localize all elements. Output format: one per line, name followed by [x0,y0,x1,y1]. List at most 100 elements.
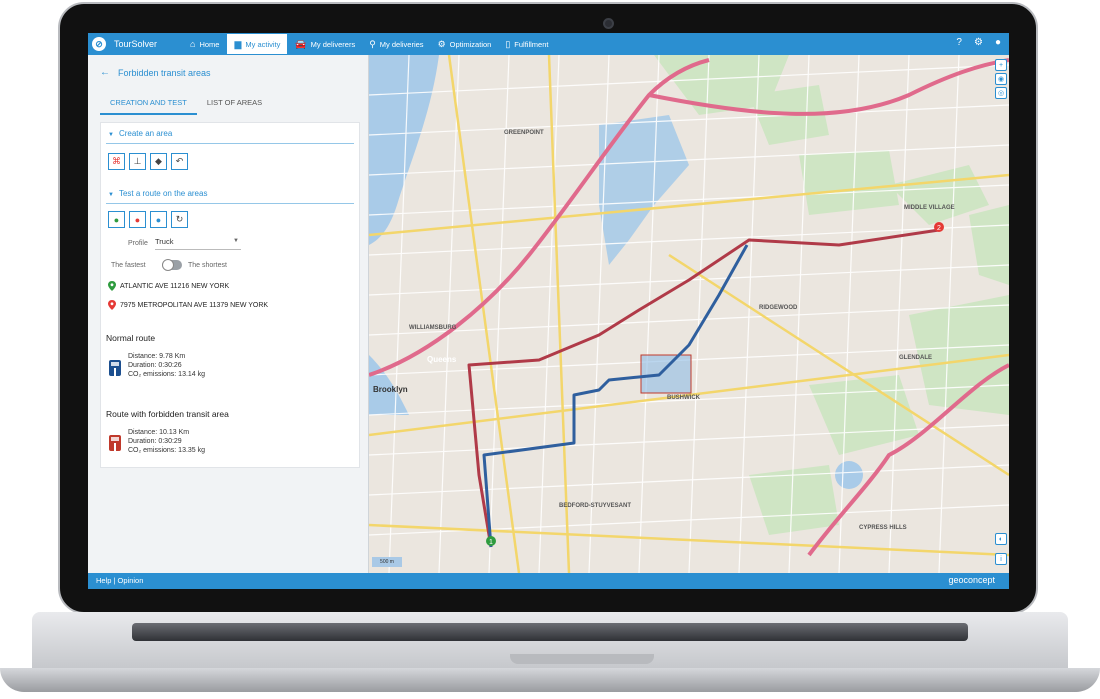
end-marker-label: 2 [937,225,941,232]
main-nav: ⌂ Home ▆ My activity 🚘 My deliverers ⚲ My de… [183,33,555,55]
nav-optimization[interactable]: ⚙ Optimization [431,33,499,55]
start-pin-button[interactable]: ● [108,211,125,228]
place-label: Brooklyn [373,385,408,394]
normal-duration: Duration: 0:30:26 [128,362,182,369]
webcam [603,18,614,29]
map-view[interactable]: 1 2 GREENPOINT WILLIAMSBURG RIDGEWOOD BU… [369,55,1009,573]
briefcase-icon: ▆ [234,38,242,49]
pin-area-button[interactable]: ⊥ [129,153,146,170]
top-right-actions: ? ⚙ ● [956,37,1001,48]
user-icon[interactable]: ● [995,37,1001,48]
caret-down-icon: ▼ [108,192,114,198]
refresh-button[interactable]: ↻ [171,211,188,228]
geoconcept-logo: geoconcept [948,575,995,585]
draw-area-button[interactable]: ⌘ [108,153,125,170]
undo-button[interactable]: ↶ [171,153,188,170]
fastest-shortest-toggle[interactable] [162,259,182,271]
help-icon[interactable]: ? [956,37,962,48]
panel-tabs: CREATION AND TEST LIST OF AREAS [100,95,272,115]
panel-title: Forbidden transit areas [118,67,211,78]
normal-distance: Distance: 9.78 Km [128,353,186,360]
fastest-label: The fastest [111,262,146,269]
nav-label: My activity [245,39,281,49]
location-pin-icon: ⚲ [369,38,376,49]
zoom-in-button[interactable]: + [995,59,1007,71]
tab-creation-and-test[interactable]: CREATION AND TEST [100,95,197,115]
nav-my-deliveries[interactable]: ⚲ My deliveries [362,33,430,55]
info-icon[interactable]: i [995,553,1007,565]
locate-icon[interactable]: ◎ [995,87,1007,99]
car-icon: 🚘 [295,38,307,49]
start-marker[interactable]: 1 [486,536,496,546]
undo-icon: ↶ [175,156,184,166]
toursolver-logo-icon: ⊘ [92,37,106,51]
app-name: TourSolver [114,39,158,49]
normal-route-title: Normal route [106,333,156,343]
nav-my-activity[interactable]: ▆ My activity [226,33,289,55]
chevron-down-icon: ▼ [233,238,239,244]
forbidden-distance: Distance: 10.13 Km [128,429,190,436]
nav-my-deliverers[interactable]: 🚘 My deliverers [288,33,362,55]
nav-label: My deliveries [379,39,424,49]
section-heading: Test a route on the areas [118,189,208,198]
back-arrow-icon[interactable]: ← [100,67,110,78]
forbidden-route-title: Route with forbidden transit area [106,409,229,419]
tab-list-of-areas[interactable]: LIST OF AREAS [197,95,272,115]
start-marker-label: 1 [489,539,493,546]
route-tools: ● ● ● ↻ [108,211,188,228]
refresh-icon: ↻ [175,214,184,224]
keyboard [132,623,968,641]
settings-icon[interactable]: ⚙ [974,37,983,48]
normal-route-stats: Distance: 9.78 Km Duration: 0:30:26 CO₂ … [128,352,205,379]
nav-fulfillment[interactable]: ▯ Fulfillment [498,33,555,55]
profile-value: Truck [155,237,174,246]
end-pin-icon: ● [134,214,141,225]
place-label: WILLIAMSBURG [409,325,457,331]
trackpad-notch [510,654,654,664]
test-route-toggle[interactable]: ▼ Test a route on the areas [108,189,207,198]
origin-text: ATLANTIC AVE 11216 NEW YORK [120,282,230,290]
place-label: BEDFORD-STUYVESANT [559,503,632,509]
nav-label: My deliverers [310,39,356,49]
footer-links[interactable]: Help | Opinion [96,576,143,585]
pin-area-icon: ⊥ [133,156,142,166]
home-icon: ⌂ [190,39,196,49]
side-panel: ← Forbidden transit areas CREATION AND T… [88,55,369,573]
place-label: Queens [427,355,457,364]
panel-header: ← Forbidden transit areas [100,67,211,78]
section-heading: Create an area [118,129,173,138]
footer-bar: Help | Opinion geoconcept [88,573,1009,589]
origin-address: ATLANTIC AVE 11216 NEW YORK [108,281,229,291]
app-screen: ⊘ TourSolver ⌂ Home ▆ My activity 🚘 My deli… [88,33,1009,589]
destination-address: 7975 METROPOLITAN AVE 11379 NEW YORK [108,300,268,310]
waypoint-pin-button[interactable]: ● [150,211,167,228]
profile-select[interactable]: Truck ▼ [155,237,241,250]
destination-text: 7975 METROPOLITAN AVE 11379 NEW YORK [120,301,269,309]
area-tools: ⌘ ⊥ ◆ ↶ [108,153,188,170]
start-pin-icon: ● [113,214,120,225]
normal-emissions: CO₂ emissions: 13.14 kg [128,371,206,378]
mobile-phone-icon: ▯ [505,38,511,49]
layers-icon[interactable]: ◉ [995,73,1007,85]
draw-area-icon: ⌘ [112,156,121,166]
map-scale: 500 m [372,557,402,567]
eraser-icon: ◆ [155,156,162,166]
waypoint-pin-icon: ● [155,214,162,225]
map-canvas: 1 2 [369,55,1009,573]
create-area-toggle[interactable]: ▼ Create an area [108,129,172,138]
caret-down-icon: ▼ [108,132,114,138]
nav-home[interactable]: ⌂ Home [183,33,226,55]
red-truck-icon [109,435,121,451]
eraser-button[interactable]: ◆ [150,153,167,170]
map-settings-icon[interactable]: ◐ [995,533,1007,545]
place-label: BUSHWICK [667,395,700,401]
end-marker[interactable]: 2 [934,222,944,232]
end-pin-button[interactable]: ● [129,211,146,228]
shortest-label: The shortest [188,262,227,269]
forbidden-duration: Duration: 0:30:29 [128,438,182,445]
brand[interactable]: ⊘ TourSolver [92,36,157,52]
panel-card: ▼ Create an area ⌘ ⊥ ◆ ↶ ▼ Test a route on… [100,122,360,468]
laptop-base [0,612,1100,699]
red-pin-icon [108,300,116,310]
nav-label: Fulfillment [514,39,549,49]
